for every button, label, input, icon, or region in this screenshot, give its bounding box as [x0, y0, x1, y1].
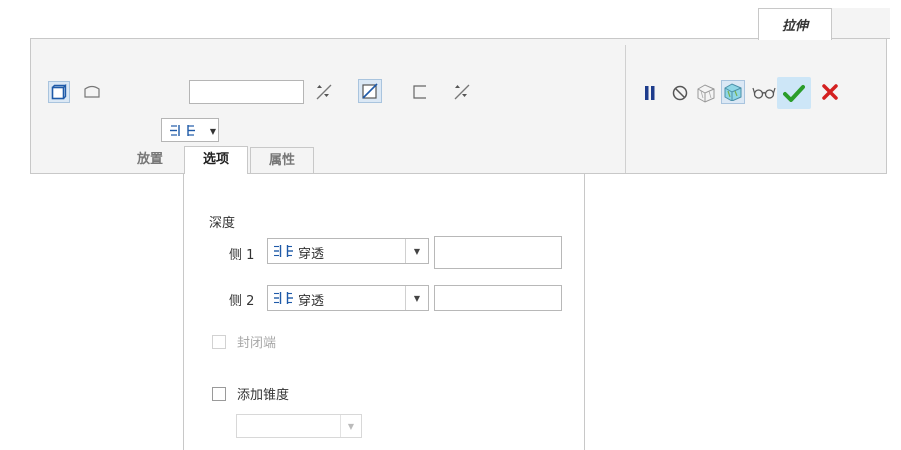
capped-ends-label: 封闭端: [237, 336, 277, 351]
flip-direction-icon[interactable]: [313, 81, 335, 103]
extrude-dashboard: ▼ 放置 选项 属性: [30, 38, 887, 174]
chevron-down-icon: ▼: [209, 127, 216, 136]
depth-blind-icon: [170, 125, 195, 136]
ok-button[interactable]: [777, 77, 811, 109]
ribbon-tab-strip-right: [830, 8, 890, 38]
capped-ends-checkbox[interactable]: [212, 335, 226, 349]
side1-depth-value: 穿透: [298, 247, 325, 262]
cancel-button[interactable]: [819, 81, 841, 103]
remove-material-icon[interactable]: [358, 79, 382, 103]
dashboard-divider: [625, 45, 626, 173]
tab-extrude-label: 拉伸: [781, 19, 808, 34]
cancel-icon: [822, 84, 838, 100]
geometry-preview-icon[interactable]: [695, 82, 717, 104]
thicken-icon[interactable]: [409, 81, 431, 103]
flip-thicken-icon[interactable]: [451, 81, 473, 103]
side2-depth-dropdown[interactable]: 穿透 ▼: [267, 285, 429, 311]
tab-options-label: 选项: [202, 152, 229, 167]
depth-heading: 深度: [209, 216, 236, 231]
chevron-down-icon: ▼: [405, 286, 428, 310]
feature-preview-icon[interactable]: [721, 80, 745, 104]
chevron-down-icon: ▼: [405, 239, 428, 263]
checkmark-icon: [783, 85, 805, 102]
tab-properties[interactable]: 属性: [250, 147, 314, 173]
tab-properties-label: 属性: [268, 153, 295, 168]
tab-placement[interactable]: 放置: [116, 147, 184, 173]
depth-type-dropdown[interactable]: ▼: [161, 118, 219, 142]
surface-icon[interactable]: [81, 81, 103, 103]
tab-placement-label: 放置: [136, 152, 163, 167]
side1-depth-input[interactable]: [434, 236, 562, 269]
pause-icon[interactable]: [639, 82, 661, 104]
side2-depth-value: 穿透: [298, 294, 325, 309]
through-all-icon: [274, 292, 293, 304]
side1-depth-dropdown[interactable]: 穿透 ▼: [267, 238, 429, 264]
add-taper-label: 添加锥度: [237, 388, 290, 403]
options-panel: 深度 侧 1 穿透 ▼ 侧 2 穿透 ▼ 封闭端 添加锥度 ▼: [183, 174, 585, 450]
add-taper-checkbox[interactable]: [212, 387, 226, 401]
verify-glasses-icon[interactable]: [751, 82, 777, 104]
tab-extrude[interactable]: 拉伸: [758, 8, 832, 40]
ribbon-tab-strip: [0, 8, 757, 38]
depth-value-input[interactable]: [189, 80, 304, 104]
taper-angle-dropdown[interactable]: ▼: [236, 414, 362, 438]
side1-label: 侧 1: [229, 248, 255, 263]
chevron-down-icon: ▼: [340, 415, 361, 437]
no-preview-icon[interactable]: [669, 82, 691, 104]
solid-icon[interactable]: [48, 81, 70, 103]
through-all-icon: [274, 245, 293, 257]
side2-depth-input[interactable]: [434, 285, 562, 311]
tab-options[interactable]: 选项: [184, 146, 248, 174]
side2-label: 侧 2: [229, 294, 255, 309]
